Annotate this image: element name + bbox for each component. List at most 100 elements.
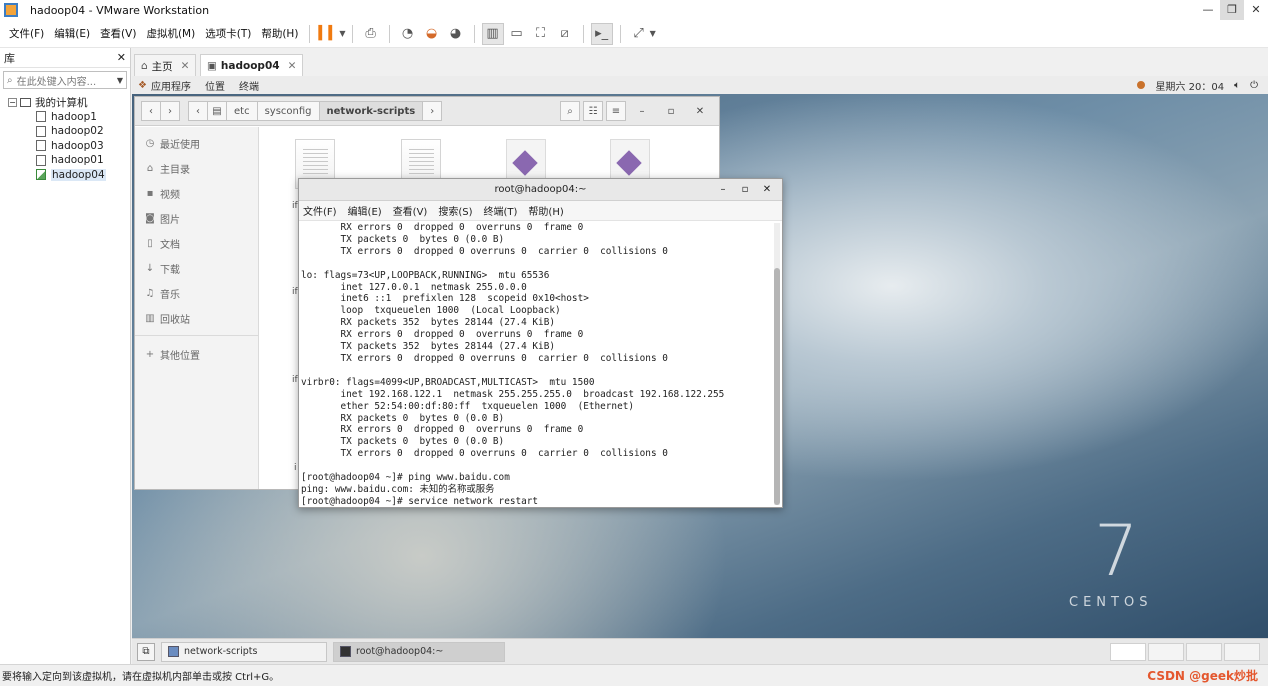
power-icon[interactable]: ⏻: [1250, 80, 1258, 91]
full-screen-icon[interactable]: ⛶: [530, 23, 552, 45]
scrollbar-thumb[interactable]: [774, 268, 780, 505]
taskbar-item-terminal[interactable]: root@hadoop04:~: [333, 641, 505, 662]
tree-item-hadoop02[interactable]: hadoop02: [0, 124, 130, 139]
workspace-2[interactable]: [1148, 642, 1184, 661]
tree-root[interactable]: − 我的计算机: [0, 95, 130, 110]
tab-home[interactable]: ⌂ 主页 ✕: [134, 54, 197, 77]
tab-close-icon[interactable]: ✕: [288, 60, 297, 72]
tree-item-hadoop1[interactable]: hadoop1: [0, 110, 130, 125]
snapshot-manager-icon[interactable]: ◕: [445, 23, 467, 45]
terminal-menu-help[interactable]: 帮助(H): [528, 203, 563, 218]
path-sysconfig[interactable]: sysconfig: [256, 101, 320, 121]
hamburger-menu-icon[interactable]: ≡: [606, 101, 626, 121]
revert-snapshot-icon[interactable]: ◒: [421, 23, 443, 45]
terminal-menu-search[interactable]: 搜索(S): [438, 203, 472, 218]
tree-item-hadoop04[interactable]: hadoop04: [0, 168, 130, 183]
search-icon[interactable]: ⌕: [560, 101, 580, 121]
tree-item-hadoop03[interactable]: hadoop03: [0, 139, 130, 154]
path-right-icon[interactable]: ›: [422, 101, 443, 121]
restore-button[interactable]: ❐: [1220, 0, 1244, 20]
library-close-icon[interactable]: ✕: [117, 51, 126, 64]
sidebar-item-music[interactable]: ♫ 音乐: [135, 281, 258, 306]
terminal-window: root@hadoop04:~ – ▫ ✕ 文件(F) 编辑(E) 查看(V) …: [298, 178, 783, 508]
chevron-down-icon[interactable]: ▼: [117, 76, 123, 85]
sidebar-item-downloads[interactable]: ↓ 下载: [135, 256, 258, 281]
applications-menu[interactable]: 应用程序: [151, 78, 191, 93]
chevron-down-icon[interactable]: ▼: [650, 29, 656, 38]
workspace-3[interactable]: [1186, 642, 1222, 661]
menu-file[interactable]: 文件(F): [4, 26, 49, 41]
path-left-icon[interactable]: ‹: [188, 101, 208, 121]
minimize-button[interactable]: —: [1196, 0, 1220, 20]
path-network-scripts[interactable]: network-scripts: [318, 101, 424, 121]
sidebar-item-recent[interactable]: ◷ 最近使用: [135, 131, 258, 156]
places-menu[interactable]: 位置: [205, 78, 225, 93]
tab-hadoop04[interactable]: ▣ hadoop04 ✕: [200, 54, 304, 77]
terminal-menu-file[interactable]: 文件(F): [303, 203, 337, 218]
terminal-menu-view[interactable]: 查看(V): [393, 203, 428, 218]
menu-vm[interactable]: 虚拟机(M): [141, 26, 200, 41]
workspace-switcher[interactable]: [1110, 642, 1260, 661]
running-vm-icon: [36, 169, 46, 181]
console-view-icon[interactable]: ▸_: [590, 22, 613, 45]
tab-close-icon[interactable]: ✕: [181, 60, 190, 72]
terminal-output[interactable]: RX errors 0 dropped 0 overruns 0 frame 0…: [301, 222, 771, 506]
menu-edit[interactable]: 编辑(E): [49, 26, 95, 41]
show-library-icon[interactable]: ▥: [481, 22, 504, 45]
stretch-guest-icon[interactable]: ⤢: [628, 23, 650, 45]
notification-icon[interactable]: [1137, 81, 1146, 89]
menu-tabs[interactable]: 选项卡(T): [200, 26, 256, 41]
show-desktop-icon[interactable]: ⧉: [137, 642, 155, 661]
drive-icon[interactable]: ▤: [207, 101, 227, 121]
back-icon[interactable]: ‹: [141, 101, 161, 121]
terminal-menu-terminal[interactable]: 终端(T): [484, 203, 518, 218]
vm-label: hadoop04: [51, 168, 106, 181]
close-icon[interactable]: ✕: [687, 106, 713, 117]
terminal-scrollbar[interactable]: [774, 223, 780, 505]
sidebar-item-documents[interactable]: ▯ 文档: [135, 231, 258, 256]
maximize-icon[interactable]: ▫: [734, 179, 756, 201]
minimize-icon[interactable]: –: [629, 106, 655, 117]
send-keys-icon[interactable]: ⎙: [360, 23, 382, 45]
clock[interactable]: 星期六 20：04: [1155, 78, 1224, 93]
pause-icon[interactable]: ▍▍: [317, 23, 339, 45]
chevron-down-icon[interactable]: ▼: [339, 29, 345, 38]
vm-icon: ▣: [207, 60, 217, 72]
terminal-menu-edit[interactable]: 编辑(E): [348, 203, 382, 218]
taskbar-item-files[interactable]: network-scripts: [161, 641, 327, 662]
unity-icon[interactable]: ⧄: [554, 23, 576, 45]
path-etc[interactable]: etc: [226, 101, 258, 121]
computer-icon: [20, 97, 31, 107]
sidebar-item-label: 文档: [160, 240, 180, 251]
workspace-1[interactable]: [1110, 642, 1146, 661]
volume-icon[interactable]: 🔈︎: [1234, 80, 1240, 91]
sidebar-item-trash[interactable]: ▥ 回收站: [135, 306, 258, 331]
thumbnail-bar-icon[interactable]: ▭: [506, 23, 528, 45]
sidebar-item-pictures[interactable]: ◙ 图片: [135, 206, 258, 231]
sidebar-divider: [135, 335, 258, 336]
music-icon: ♫: [145, 288, 155, 299]
minimize-icon[interactable]: –: [712, 179, 734, 201]
sidebar-item-videos[interactable]: ▪ 视频: [135, 181, 258, 206]
tree-item-hadoop01[interactable]: hadoop01: [0, 153, 130, 168]
library-search-input[interactable]: ⌕ 在此处键入内容... ▼: [3, 71, 127, 89]
forward-icon[interactable]: ›: [160, 101, 180, 121]
collapse-icon[interactable]: −: [8, 97, 17, 107]
workspace-4[interactable]: [1224, 642, 1260, 661]
sidebar-item-other-locations[interactable]: + 其他位置: [135, 342, 258, 367]
menu-help[interactable]: 帮助(H): [256, 26, 303, 41]
snapshot-icon[interactable]: ◔: [397, 23, 419, 45]
close-icon[interactable]: ✕: [756, 179, 778, 201]
tree-root-label: 我的计算机: [35, 96, 88, 109]
sidebar-item-label: 其他位置: [160, 351, 200, 362]
close-button[interactable]: ✕: [1244, 0, 1268, 20]
terminal-app-menu[interactable]: 终端: [239, 78, 259, 93]
view-options-icon[interactable]: ☷: [583, 101, 603, 121]
maximize-icon[interactable]: ▫: [658, 106, 684, 117]
menu-view[interactable]: 查看(V): [95, 26, 141, 41]
vm-display[interactable]: ❖ 应用程序 位置 终端 星期六 20：04 🔈︎ ⏻ ‹ › ‹ ▤ etc …: [132, 76, 1268, 664]
sidebar-item-home[interactable]: ⌂ 主目录: [135, 156, 258, 181]
vm-icon: [36, 125, 46, 137]
